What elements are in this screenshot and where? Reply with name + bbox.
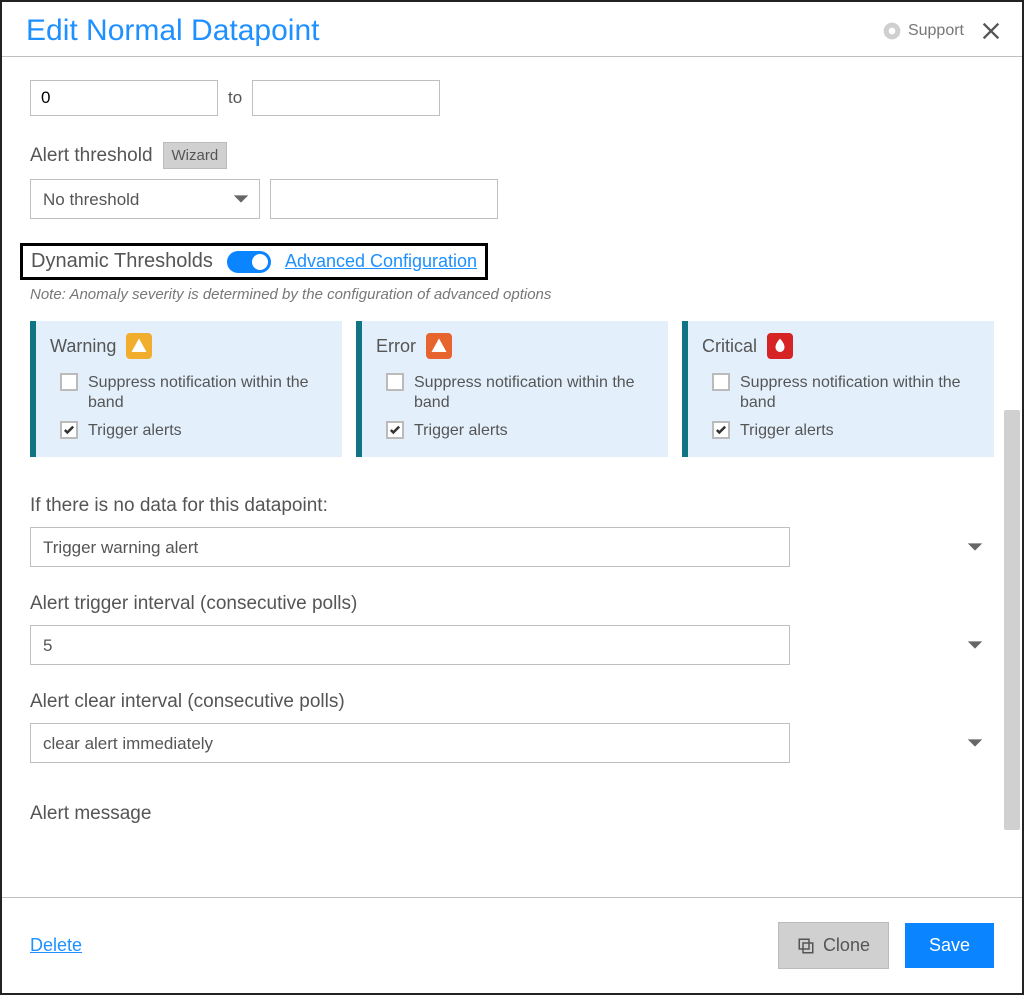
warning-suppress-checkbox[interactable] (60, 373, 78, 391)
threshold-expression-input[interactable] (270, 179, 498, 219)
chevron-down-icon (966, 541, 984, 553)
support-label: Support (908, 22, 964, 40)
critical-suppress-label: Suppress notification within the band (740, 373, 980, 413)
critical-trigger-checkbox[interactable] (712, 421, 730, 439)
error-icon (426, 333, 452, 359)
trigger-interval-select[interactable]: 5 (30, 625, 790, 665)
critical-icon (767, 333, 793, 359)
valid-range-row: to (30, 80, 994, 116)
dialog-footer: Delete Clone Save (2, 897, 1022, 993)
chevron-down-icon (966, 639, 984, 651)
warning-trigger-checkbox[interactable] (60, 421, 78, 439)
no-data-label: If there is no data for this datapoint: (30, 495, 994, 517)
clone-label: Clone (823, 935, 870, 956)
critical-trigger-label: Trigger alerts (740, 421, 834, 441)
close-icon (980, 20, 1002, 42)
warning-suppress-label: Suppress notification within the band (88, 373, 328, 413)
error-trigger-label: Trigger alerts (414, 421, 508, 441)
support-icon (882, 21, 902, 41)
dynamic-thresholds-toggle[interactable] (227, 251, 271, 273)
error-trigger-checkbox[interactable] (386, 421, 404, 439)
page-title: Edit Normal Datapoint (26, 14, 882, 48)
alert-message-label: Alert message (30, 803, 994, 825)
critical-suppress-checkbox[interactable] (712, 373, 730, 391)
support-link[interactable]: Support (882, 21, 964, 41)
save-button[interactable]: Save (905, 923, 994, 968)
dialog-header: Edit Normal Datapoint Support (2, 2, 1022, 57)
error-card-title: Error (376, 336, 416, 357)
alert-threshold-row: No threshold (30, 179, 994, 219)
warning-card: Warning Suppress notification within the… (30, 321, 342, 457)
critical-card: Critical Suppress notification within th… (682, 321, 994, 457)
no-data-select[interactable]: Trigger warning alert (30, 527, 790, 567)
clear-interval-label: Alert clear interval (consecutive polls) (30, 691, 994, 713)
clone-icon (797, 937, 815, 955)
scrollbar[interactable] (1004, 410, 1020, 830)
error-card: Error Suppress notification within the b… (356, 321, 668, 457)
dialog-body: to Alert threshold Wizard No threshold D… (2, 62, 1022, 897)
severity-cards: Warning Suppress notification within the… (30, 321, 994, 457)
warning-icon (126, 333, 152, 359)
warning-card-title: Warning (50, 336, 116, 357)
dynamic-thresholds-label: Dynamic Thresholds (31, 250, 213, 273)
range-to-input[interactable] (252, 80, 440, 116)
delete-button[interactable]: Delete (30, 935, 82, 956)
dynamic-note: Note: Anomaly severity is determined by … (30, 286, 994, 303)
clear-interval-select[interactable]: clear alert immediately (30, 723, 790, 763)
critical-card-title: Critical (702, 336, 757, 357)
edit-datapoint-dialog: Edit Normal Datapoint Support to Alert t… (0, 0, 1024, 995)
alert-threshold-label-row: Alert threshold Wizard (30, 142, 994, 169)
advanced-config-link[interactable]: Advanced Configuration (285, 251, 477, 272)
range-to-label: to (228, 88, 242, 108)
error-suppress-checkbox[interactable] (386, 373, 404, 391)
wizard-button[interactable]: Wizard (163, 142, 228, 169)
alert-threshold-label: Alert threshold (30, 145, 153, 167)
dynamic-thresholds-row: Dynamic Thresholds Advanced Configuratio… (20, 243, 488, 280)
warning-trigger-label: Trigger alerts (88, 421, 182, 441)
error-suppress-label: Suppress notification within the band (414, 373, 654, 413)
threshold-select-wrap: No threshold (30, 179, 260, 219)
no-data-field: If there is no data for this datapoint: … (30, 495, 994, 567)
trigger-interval-field: Alert trigger interval (consecutive poll… (30, 593, 994, 665)
clone-button[interactable]: Clone (778, 922, 889, 969)
trigger-interval-label: Alert trigger interval (consecutive poll… (30, 593, 994, 615)
close-button[interactable] (980, 20, 1002, 42)
range-from-input[interactable] (30, 80, 218, 116)
clear-interval-field: Alert clear interval (consecutive polls)… (30, 691, 994, 763)
threshold-select[interactable]: No threshold (30, 179, 260, 219)
chevron-down-icon (966, 737, 984, 749)
